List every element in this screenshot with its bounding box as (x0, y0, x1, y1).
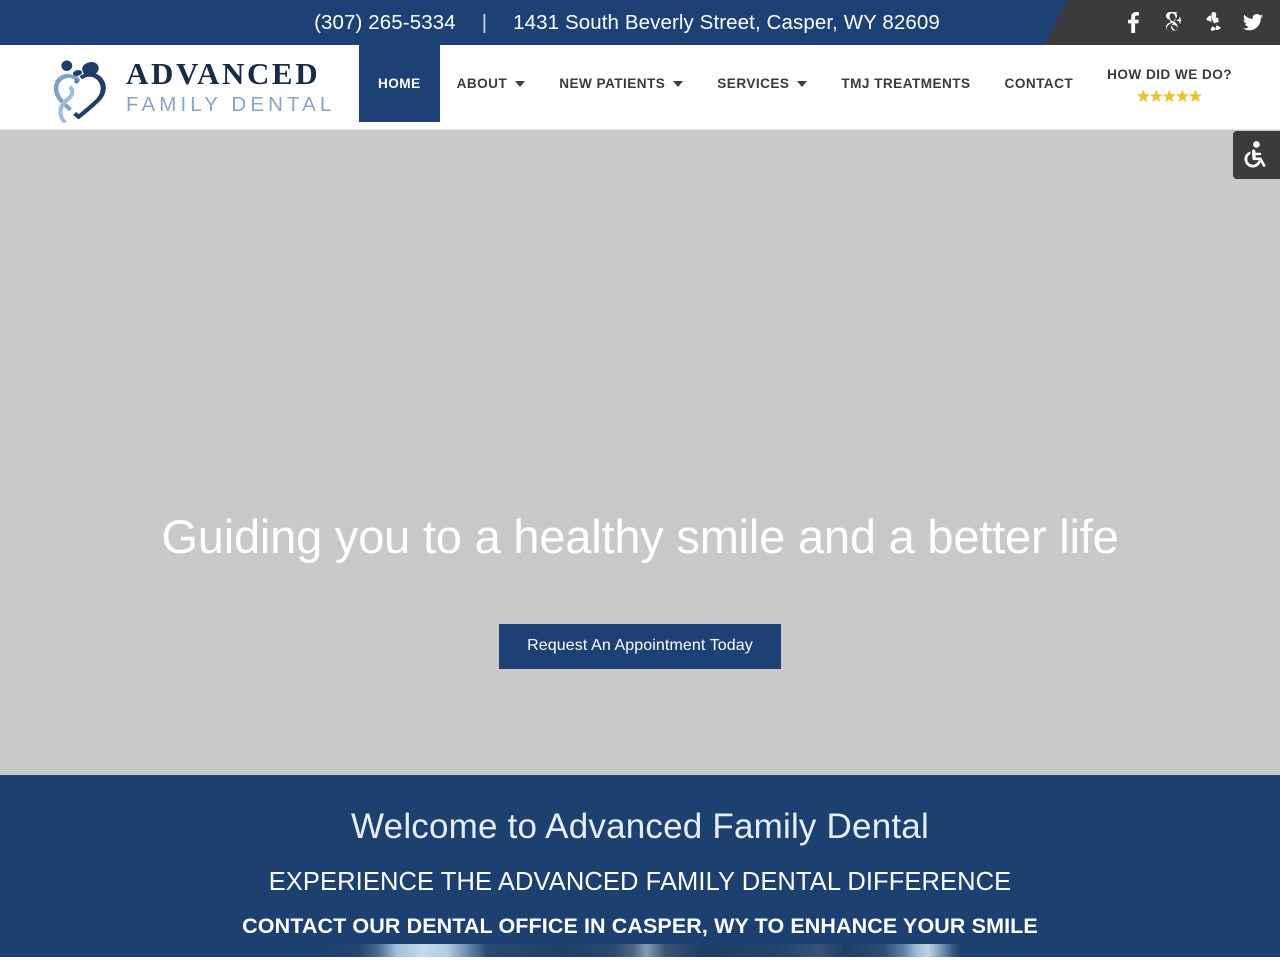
nav-item-new-patients[interactable]: NEW PATIENTS (542, 45, 700, 122)
social-bar (1040, 0, 1280, 45)
hero-content: Guiding you to a healthy smile and a bet… (0, 510, 1280, 669)
nav-label-how-did-we-do: HOW DID WE DO? (1107, 67, 1232, 82)
logo-line-family-dental: FAMILY DENTAL (126, 92, 336, 116)
chevron-down-icon (515, 80, 526, 87)
nav-item-services[interactable]: SERVICES (700, 45, 824, 122)
nav-label-home: HOME (378, 76, 421, 91)
chevron-down-icon (797, 80, 808, 87)
accessibility-tools-button[interactable] (1233, 131, 1280, 179)
welcome-subheading: EXPERIENCE THE ADVANCED FAMILY DENTAL DI… (268, 868, 1012, 896)
nav-item-contact[interactable]: CONTACT (988, 45, 1091, 122)
address-link[interactable]: 1431 South Beverly Street, Casper, WY 82… (513, 11, 940, 35)
content-image-strip (320, 944, 960, 957)
nav-label-new-patients: NEW PATIENTS (559, 76, 666, 91)
top-contact-info: (307) 265-5334 | 1431 South Beverly Stre… (314, 11, 940, 35)
star-rating: ★★★★★ (1136, 88, 1203, 104)
social-icon-list (1122, 0, 1264, 45)
yelp-icon[interactable] (1202, 10, 1224, 36)
google-icon[interactable] (1162, 10, 1184, 36)
logo-line-advanced: ADVANCED (126, 56, 321, 92)
topbar-separator: | (481, 10, 488, 34)
logo-wordmark: ADVANCED FAMILY DENTAL (126, 58, 335, 117)
main-navigation: HOME ABOUT NEW PATIENTS SERVICES TMJ TRE… (359, 45, 1249, 130)
chevron-down-icon (673, 80, 684, 87)
nav-item-about[interactable]: ABOUT (440, 45, 543, 122)
nav-item-home[interactable]: HOME (359, 45, 440, 122)
site-header: ADVANCED FAMILY DENTAL HOME ABOUT NEW PA… (0, 45, 1280, 130)
twitter-icon[interactable] (1242, 10, 1264, 36)
nav-item-tmj-treatments[interactable]: TMJ TREATMENTS (824, 45, 987, 122)
nav-label-about: ABOUT (456, 76, 508, 91)
hero-headline: Guiding you to a healthy smile and a bet… (161, 510, 1119, 563)
welcome-tagline: CONTACT OUR DENTAL OFFICE IN CASPER, WY … (242, 914, 1038, 938)
family-dental-logo-icon (53, 60, 106, 123)
nav-label-contact: CONTACT (1004, 76, 1074, 91)
nav-label-services: SERVICES (717, 76, 790, 91)
request-appointment-button[interactable]: Request An Appointment Today (499, 624, 781, 669)
hero-section: Guiding you to a healthy smile and a bet… (0, 130, 1280, 775)
welcome-section: Welcome to Advanced Family Dental EXPERI… (0, 775, 1280, 957)
phone-link[interactable]: (307) 265-5334 (314, 11, 456, 35)
nav-label-tmj-treatments: TMJ TREATMENTS (841, 76, 971, 91)
site-logo[interactable]: ADVANCED FAMILY DENTAL (46, 53, 335, 123)
nav-item-how-did-we-do[interactable]: HOW DID WE DO? ★★★★★ (1090, 45, 1249, 122)
top-contact-bar: (307) 265-5334 | 1431 South Beverly Stre… (0, 0, 1280, 45)
wheelchair-icon (1244, 141, 1265, 168)
facebook-icon[interactable] (1122, 10, 1144, 36)
welcome-heading: Welcome to Advanced Family Dental (351, 807, 929, 846)
